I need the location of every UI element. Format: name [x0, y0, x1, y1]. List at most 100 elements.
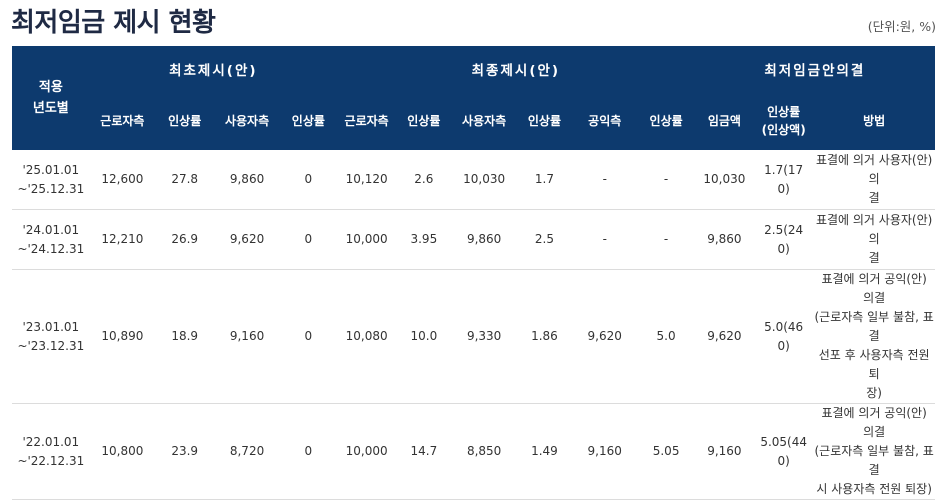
col-header-first-employer-rate: 인상률 [279, 92, 337, 150]
method-line: (근로자측 일부 불참, 표결 [814, 310, 934, 343]
period-end: ~'25.12.31 [17, 181, 85, 196]
method-line: (근로자측 일부 불참, 표결 [814, 444, 934, 477]
final-worker-rate-cell: 10.0 [396, 269, 452, 404]
first-employer-rate-cell: 0 [279, 269, 337, 404]
wage-cell: 9,620 [694, 269, 755, 404]
page-title: 최저임금 제시 현황 [11, 8, 216, 38]
rate-line: 0) [777, 453, 790, 468]
final-public-rate-cell: - [637, 209, 695, 270]
period-end: ~'22.12.31 [17, 453, 85, 468]
final-employer-rate-cell: 1.86 [516, 269, 573, 404]
final-employer-cell: 9,330 [451, 269, 517, 404]
col-header-final-employer: 사용자측 [451, 92, 517, 150]
method-line: 표결에 의거 사용자(안) 의 [815, 153, 933, 186]
first-employer-rate-cell: 0 [279, 150, 337, 210]
first-worker-cell: 12,600 [89, 150, 156, 210]
period-start: '24.01.01 [22, 222, 80, 237]
final-worker-rate-cell: 2.6 [396, 150, 452, 210]
rate-line: 5.0(46 [764, 319, 804, 334]
rate-cell: 5.0(46 0) [754, 269, 814, 404]
first-worker-rate-cell: 18.9 [155, 269, 215, 404]
rate-line: 0) [777, 241, 790, 256]
rate-line: 0) [777, 181, 790, 196]
rate-line: 5.05(44 [760, 434, 807, 449]
period-end: ~'24.12.31 [17, 241, 85, 256]
wage-cell: 10,030 [694, 150, 755, 210]
first-employer-rate-cell: 0 [279, 403, 337, 500]
final-public-cell: - [572, 150, 638, 210]
final-public-rate-cell: 5.05 [637, 403, 695, 500]
rate-line: 2.5(24 [764, 222, 804, 237]
final-worker-cell: 10,120 [336, 150, 397, 210]
group-header-final: 최종제시(안) [336, 46, 695, 92]
col-header-final-public: 공익측 [572, 92, 638, 150]
col-header-rate-line2: (인상액) [761, 123, 806, 137]
method-line: 결 [868, 191, 880, 205]
table-row: '24.01.01 ~'24.12.31 12,210 26.9 9,620 0… [12, 209, 935, 270]
final-public-rate-cell: - [637, 150, 695, 210]
final-worker-rate-cell: 14.7 [396, 403, 452, 500]
col-header-final-worker: 근로자측 [336, 92, 397, 150]
method-line: 결 [868, 251, 880, 265]
final-worker-cell: 10,080 [336, 269, 397, 404]
col-header-method: 방법 [813, 92, 935, 150]
method-cell: 표결에 의거 사용자(안) 의 결 [813, 150, 935, 210]
first-worker-cell: 10,800 [89, 403, 156, 500]
period-cell: '22.01.01 ~'22.12.31 [12, 403, 90, 500]
period-cell: '25.01.01 ~'25.12.31 [12, 150, 90, 210]
method-line: 표결에 의거 사용자(안) 의 [815, 213, 933, 246]
period-start: '22.01.01 [22, 434, 80, 449]
wage-cell: 9,160 [694, 403, 755, 500]
final-public-cell: - [572, 209, 638, 270]
year-header: 적용 년도별 [12, 46, 90, 150]
col-header-final-worker-rate: 인상률 [396, 92, 452, 150]
final-public-cell: 9,160 [572, 403, 638, 500]
table-row: '23.01.01 ~'23.12.31 10,890 18.9 9,160 0… [12, 269, 935, 404]
method-cell: 표결에 의거 사용자(안) 의 결 [813, 209, 935, 270]
year-header-line2: 년도별 [32, 101, 69, 116]
period-end: ~'23.12.31 [17, 338, 85, 353]
method-cell: 표결에 의거 공익(안) 의결 (근로자측 일부 불참, 표결 시 사용자측 전… [813, 403, 935, 500]
first-worker-cell: 10,890 [89, 269, 156, 404]
first-worker-rate-cell: 27.8 [155, 150, 215, 210]
col-header-rate-line1: 인상률 [767, 105, 801, 119]
first-worker-cell: 12,210 [89, 209, 156, 270]
period-start: '25.01.01 [22, 162, 80, 177]
method-line: 표결에 의거 공익(안) 의결 [821, 406, 927, 439]
first-worker-rate-cell: 26.9 [155, 209, 215, 270]
final-employer-cell: 10,030 [451, 150, 517, 210]
final-employer-rate-cell: 1.49 [516, 403, 573, 500]
group-header-first: 최초제시(안) [89, 46, 337, 92]
col-header-first-employer: 사용자측 [214, 92, 280, 150]
method-line: 표결에 의거 공익(안) 의결 [821, 272, 927, 305]
period-cell: '24.01.01 ~'24.12.31 [12, 209, 90, 270]
year-header-line1: 적용 [38, 80, 63, 95]
method-line: 시 사용자측 전원 퇴장) [816, 482, 932, 496]
rate-line: 1.7(17 [764, 162, 804, 177]
col-header-final-employer-rate: 인상률 [516, 92, 573, 150]
final-employer-rate-cell: 1.7 [516, 150, 573, 210]
method-line: 선포 후 사용자측 전원 퇴 [818, 348, 930, 381]
first-employer-cell: 9,160 [214, 269, 280, 404]
first-employer-cell: 9,860 [214, 150, 280, 210]
col-header-wage: 임금액 [694, 92, 755, 150]
first-employer-cell: 9,620 [214, 209, 280, 270]
period-cell: '23.01.01 ~'23.12.31 [12, 269, 90, 404]
rate-cell: 2.5(24 0) [754, 209, 814, 270]
final-employer-cell: 8,850 [451, 403, 517, 500]
col-header-first-worker: 근로자측 [89, 92, 156, 150]
final-employer-cell: 9,860 [451, 209, 517, 270]
col-header-final-public-rate: 인상률 [637, 92, 695, 150]
minimum-wage-table: 적용 년도별 최초제시(안) 최종제시(안) 최저임금안의결 근로자측 인상률 … [12, 46, 935, 500]
final-worker-cell: 10,000 [336, 209, 397, 270]
method-cell: 표결에 의거 공익(안) 의결 (근로자측 일부 불참, 표결 선포 후 사용자… [813, 269, 935, 404]
rate-line: 0) [777, 338, 790, 353]
table-row: '22.01.01 ~'22.12.31 10,800 23.9 8,720 0… [12, 403, 935, 500]
col-header-first-worker-rate: 인상률 [155, 92, 215, 150]
table-row: '25.01.01 ~'25.12.31 12,600 27.8 9,860 0… [12, 150, 935, 210]
col-header-rate: 인상률 (인상액) [754, 92, 814, 150]
rate-cell: 1.7(17 0) [754, 150, 814, 210]
first-employer-cell: 8,720 [214, 403, 280, 500]
wage-cell: 9,860 [694, 209, 755, 270]
group-header-decision: 최저임금안의결 [694, 46, 935, 92]
